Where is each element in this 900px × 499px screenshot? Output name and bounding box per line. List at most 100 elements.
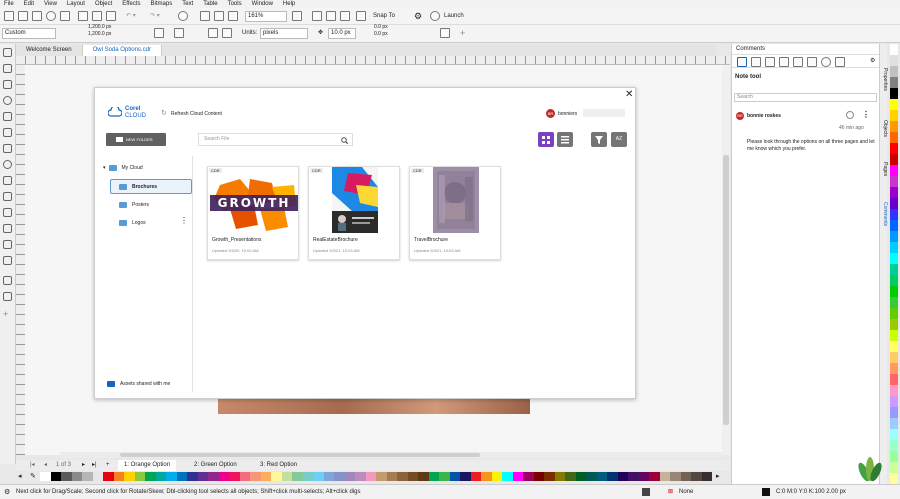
color-swatch[interactable] bbox=[145, 472, 156, 481]
page-tab-red[interactable]: 3: Red Option bbox=[254, 460, 303, 471]
cloud-icon[interactable] bbox=[46, 11, 56, 21]
text-tool-icon[interactable] bbox=[3, 192, 12, 201]
color-swatch[interactable] bbox=[890, 110, 898, 121]
color-swatch[interactable] bbox=[890, 341, 898, 352]
color-swatch[interactable] bbox=[50, 472, 61, 481]
color-swatch[interactable] bbox=[271, 472, 282, 481]
color-swatch[interactable] bbox=[890, 198, 898, 209]
highlight-tool-icon[interactable] bbox=[765, 57, 775, 67]
color-swatch[interactable] bbox=[155, 472, 166, 481]
color-swatch[interactable] bbox=[113, 472, 124, 481]
drop-shadow-tool-icon[interactable] bbox=[3, 240, 12, 249]
color-swatch[interactable] bbox=[40, 472, 51, 481]
color-swatch[interactable] bbox=[890, 385, 898, 396]
color-swatch[interactable] bbox=[890, 407, 898, 418]
page-tab-orange[interactable]: 1: Orange Option bbox=[118, 460, 177, 471]
more-options-icon[interactable]: ⋮ bbox=[862, 110, 870, 119]
color-swatch[interactable] bbox=[890, 77, 898, 88]
resolve-icon[interactable] bbox=[846, 111, 854, 119]
color-swatch[interactable] bbox=[890, 231, 898, 242]
print-icon[interactable] bbox=[60, 11, 70, 21]
color-swatch[interactable] bbox=[890, 55, 898, 66]
publish-pdf-icon[interactable] bbox=[228, 11, 238, 21]
color-swatch[interactable] bbox=[281, 472, 292, 481]
current-page-icon[interactable] bbox=[222, 28, 232, 38]
transparency-tool-icon[interactable] bbox=[3, 256, 12, 265]
units-select[interactable]: pixels bbox=[260, 28, 308, 39]
color-swatch[interactable] bbox=[890, 374, 898, 385]
vertical-ruler[interactable] bbox=[16, 65, 25, 455]
color-swatch[interactable] bbox=[523, 472, 534, 481]
interactive-fill-tool-icon[interactable] bbox=[3, 292, 12, 301]
callout-tool-icon[interactable] bbox=[779, 57, 789, 67]
color-swatch[interactable] bbox=[890, 352, 898, 363]
menu-bitmaps[interactable]: Bitmaps bbox=[151, 1, 173, 7]
color-swatch[interactable] bbox=[323, 472, 334, 481]
open-icon[interactable] bbox=[18, 11, 28, 21]
refresh-cloud-link[interactable]: Refresh Cloud Content bbox=[171, 111, 222, 117]
color-swatch[interactable] bbox=[890, 154, 898, 165]
color-swatch[interactable] bbox=[890, 132, 898, 143]
file-card[interactable]: CDR GROWTH Growth_Presentations Updated … bbox=[207, 166, 299, 260]
color-swatch[interactable] bbox=[407, 472, 418, 481]
color-swatch[interactable] bbox=[355, 472, 366, 481]
color-swatch[interactable] bbox=[890, 330, 898, 341]
file-card[interactable]: CDR TravelBrochure Updated 9/3/21, 10:03… bbox=[409, 166, 501, 260]
color-swatch[interactable] bbox=[365, 472, 376, 481]
color-swatch[interactable] bbox=[197, 472, 208, 481]
color-swatch[interactable] bbox=[890, 242, 898, 253]
comments-search-input[interactable]: Search bbox=[734, 93, 877, 102]
menu-tools[interactable]: Tools bbox=[228, 1, 242, 7]
page-preset-select[interactable]: Custom bbox=[2, 28, 56, 39]
orientation-icon[interactable] bbox=[154, 28, 164, 38]
page-size-icon[interactable] bbox=[174, 28, 184, 38]
arrow-comment-icon[interactable] bbox=[835, 57, 845, 67]
status-info-icon[interactable]: ⚙ bbox=[4, 487, 10, 498]
color-swatch[interactable] bbox=[890, 363, 898, 374]
color-swatch[interactable] bbox=[890, 176, 898, 187]
color-swatch[interactable] bbox=[82, 472, 93, 481]
palette-scroll-right-icon[interactable]: ▸ bbox=[716, 472, 720, 480]
color-swatch[interactable] bbox=[313, 472, 324, 481]
color-swatch[interactable] bbox=[890, 286, 898, 297]
folder-more-icon[interactable]: ⋮ bbox=[180, 216, 188, 225]
color-swatch[interactable] bbox=[397, 472, 408, 481]
color-swatch[interactable] bbox=[386, 472, 397, 481]
zoom-tool-icon[interactable] bbox=[3, 96, 12, 105]
color-swatch[interactable] bbox=[302, 472, 313, 481]
color-swatch[interactable] bbox=[449, 472, 460, 481]
color-swatch[interactable] bbox=[470, 472, 481, 481]
color-swatch[interactable] bbox=[890, 396, 898, 407]
new-document-icon[interactable] bbox=[4, 11, 14, 21]
tab-welcome-screen[interactable]: Welcome Screen bbox=[16, 45, 83, 56]
color-swatch[interactable] bbox=[890, 187, 898, 198]
menu-help[interactable]: Help bbox=[283, 1, 295, 7]
color-swatch[interactable] bbox=[890, 275, 898, 286]
menu-edit[interactable]: Edit bbox=[24, 1, 34, 7]
tree-item-logos[interactable]: Logos bbox=[119, 217, 146, 229]
color-swatch[interactable] bbox=[428, 472, 439, 481]
vertical-scroll-thumb[interactable] bbox=[723, 155, 729, 425]
artistic-media-tool-icon[interactable] bbox=[3, 128, 12, 137]
color-swatch[interactable] bbox=[628, 472, 639, 481]
color-swatch[interactable] bbox=[176, 472, 187, 481]
add-preset-icon[interactable]: + bbox=[460, 28, 465, 38]
color-swatch[interactable] bbox=[890, 66, 898, 77]
color-swatch[interactable] bbox=[890, 165, 898, 176]
color-swatch[interactable] bbox=[491, 472, 502, 481]
tab-owl-soda-options[interactable]: Owl Soda Options.cdr bbox=[82, 45, 162, 56]
color-swatch[interactable] bbox=[61, 472, 72, 481]
color-swatch[interactable] bbox=[691, 472, 702, 481]
outline-swatch[interactable] bbox=[762, 488, 770, 496]
color-swatch[interactable] bbox=[617, 472, 628, 481]
color-swatch[interactable] bbox=[680, 472, 691, 481]
color-swatch[interactable] bbox=[292, 472, 303, 481]
file-card[interactable]: CDR RealEstateBrochure Updated 9/3/21, 1… bbox=[308, 166, 400, 260]
cut-icon[interactable] bbox=[78, 11, 88, 21]
undo-icon[interactable]: ↶ ▾ bbox=[126, 11, 136, 22]
redo-icon[interactable]: ↷ ▾ bbox=[150, 11, 160, 22]
color-swatch[interactable] bbox=[376, 472, 387, 481]
rectangle-comment-icon[interactable] bbox=[807, 57, 817, 67]
rectangle-tool-icon[interactable] bbox=[3, 144, 12, 153]
menu-object[interactable]: Object bbox=[95, 1, 112, 7]
